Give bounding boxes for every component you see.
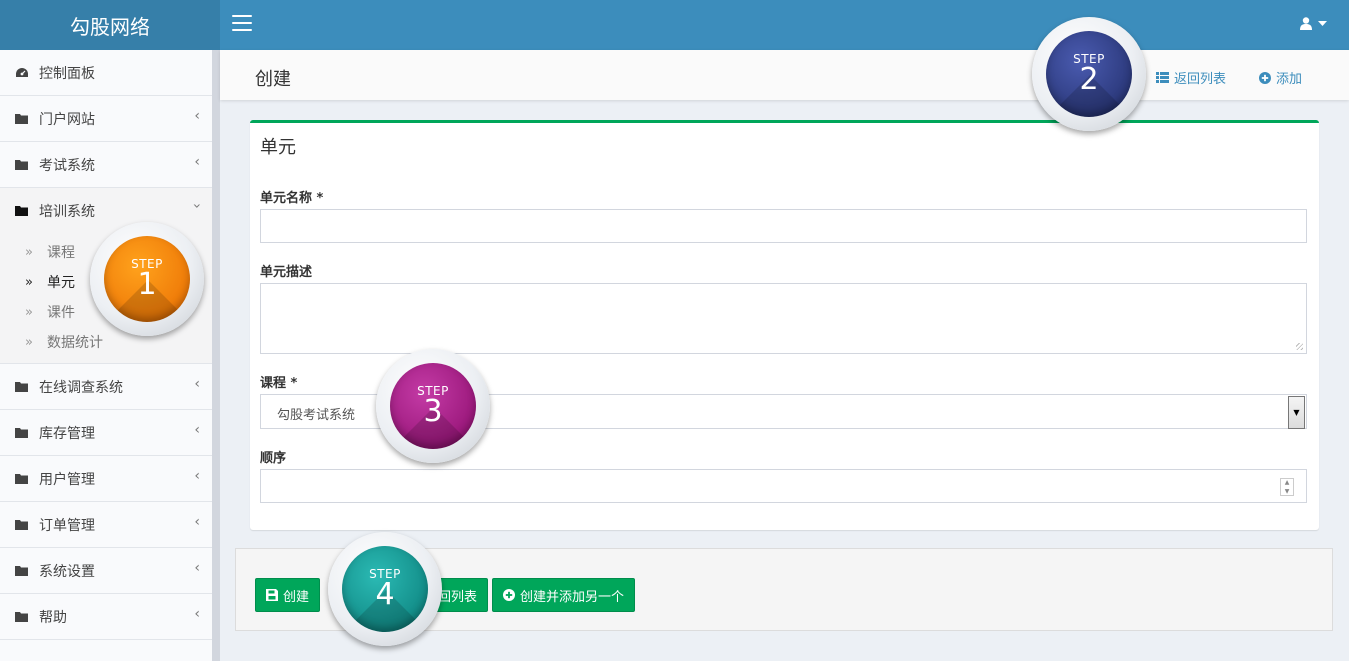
step-4-badge: STEP 4 [328,532,442,646]
unit-desc-textarea[interactable] [260,283,1307,354]
list-icon [1156,72,1169,83]
sidebar-subitem-label: 课件 [46,305,75,321]
folder-icon [15,159,29,171]
sidebar-item-label: 系统设置 [39,563,95,580]
chevron-left-icon: ‹ [194,108,200,124]
step-4-disc: STEP 4 [342,546,428,632]
step-number: 2 [1079,62,1099,97]
sidebar-item-label: 培训系统 [39,203,95,220]
order-label: 顺序 [260,451,287,466]
sidebar-item-help[interactable]: 帮助 ‹ [0,594,212,640]
sidebar-item-survey[interactable]: 在线调查系统 ‹ [0,364,212,410]
order-number-input[interactable]: ▲ ▼ [260,469,1307,503]
resize-handle-icon[interactable] [1296,343,1303,350]
number-spinner[interactable]: ▲ ▼ [1280,478,1294,496]
create-and-add-label: 创建并添加另一个 [520,589,625,605]
content-header: 创建 返回列表 添加 [220,50,1349,100]
sidebar-item-orders[interactable]: 订单管理 ‹ [0,502,212,548]
step-number: 1 [137,267,157,302]
step-2-badge: STEP 2 [1032,17,1146,131]
sidebar-subitem-stats[interactable]: » 数据统计 [0,327,212,357]
folder-icon [15,113,29,125]
unit-name-label: 单元名称 * [260,191,324,206]
step-number: 4 [375,577,395,612]
folder-icon [15,611,29,623]
step-1-disc: STEP 1 [104,236,190,322]
back-to-list-link[interactable]: 返回列表 [1156,68,1226,87]
sidebar-item-label: 在线调查系统 [39,379,123,396]
sidebar: 控制面板 门户网站 ‹ 考试系统 ‹ 培训系统 ‹ » 课程 » 单元 » 课件… [0,50,220,661]
folder-icon [15,565,29,577]
step-3-badge: STEP 3 [376,349,490,463]
step-number: 3 [423,394,443,429]
dropdown-arrow-icon[interactable]: ▼ [1288,396,1305,429]
course-label: 课程 * [260,376,298,391]
page-title: 创建 [255,69,291,90]
sidebar-item-users[interactable]: 用户管理 ‹ [0,456,212,502]
sidebar-item-training[interactable]: 培训系统 ‹ [0,188,212,233]
create-button[interactable]: 创建 [255,578,321,612]
folder-open-icon [15,205,29,217]
double-chevron-icon: » [25,244,33,260]
sidebar-item-label: 用户管理 [39,471,95,488]
double-chevron-icon: » [25,274,33,290]
sidebar-item-label: 门户网站 [39,111,95,128]
double-chevron-icon: » [25,334,33,350]
dashboard-icon [15,67,29,79]
brand-logo[interactable]: 勾股网络 [0,0,220,50]
sidebar-item-label: 帮助 [39,609,67,626]
create-and-return-label: 回列表 [437,589,477,605]
user-menu[interactable] [1300,17,1327,30]
chevron-down-icon: ‹ [189,203,206,209]
folder-icon [15,473,29,485]
sidebar-item-inventory[interactable]: 库存管理 ‹ [0,410,212,456]
folder-icon [15,381,29,393]
add-label: 添加 [1276,72,1303,87]
chevron-left-icon: ‹ [194,606,200,622]
folder-icon [15,427,29,439]
sidebar-item-label: 控制面板 [39,65,95,82]
box-title: 单元 [260,137,296,158]
menu-toggle-icon[interactable] [232,15,252,33]
top-navbar [220,0,1349,50]
sidebar-item-settings[interactable]: 系统设置 ‹ [0,548,212,594]
double-chevron-icon: » [25,304,33,320]
folder-icon [15,519,29,531]
save-icon [266,589,278,601]
sidebar-item-dashboard[interactable]: 控制面板 [0,50,212,96]
step-2-disc: STEP 2 [1046,31,1132,117]
user-icon [1300,17,1312,30]
sidebar-subitem-label: 数据统计 [46,335,103,351]
sidebar-item-label: 库存管理 [39,425,95,442]
sidebar-item-exam[interactable]: 考试系统 ‹ [0,142,212,188]
chevron-left-icon: ‹ [194,560,200,576]
sidebar-item-label: 考试系统 [39,157,95,174]
plus-circle-icon [1259,71,1271,84]
chevron-left-icon: ‹ [194,422,200,438]
caret-down-icon [1318,20,1327,26]
chevron-left-icon: ‹ [194,154,200,170]
chevron-left-icon: ‹ [194,376,200,392]
unit-form-box: 单元 单元名称 * 单元描述 课程 * 勾股考试系统 ▼ 顺序 ▲ ▼ [250,120,1319,530]
unit-desc-label: 单元描述 [260,265,313,280]
plus-circle-icon [503,589,515,601]
create-label: 创建 [283,589,310,605]
sidebar-item-label: 订单管理 [39,517,95,534]
course-selected-value: 勾股考试系统 [277,408,356,423]
chevron-left-icon: ‹ [194,514,200,530]
back-to-list-label: 返回列表 [1174,72,1227,87]
add-link[interactable]: 添加 [1259,68,1302,87]
chevron-left-icon: ‹ [194,468,200,484]
create-and-add-another-button[interactable]: 创建并添加另一个 [492,578,636,612]
sidebar-subitem-label: 课程 [46,245,75,261]
sidebar-subitem-label: 单元 [46,275,75,291]
unit-name-input[interactable] [260,209,1307,243]
step-1-badge: STEP 1 [90,222,204,336]
sidebar-item-portal[interactable]: 门户网站 ‹ [0,96,212,142]
step-3-disc: STEP 3 [390,363,476,449]
